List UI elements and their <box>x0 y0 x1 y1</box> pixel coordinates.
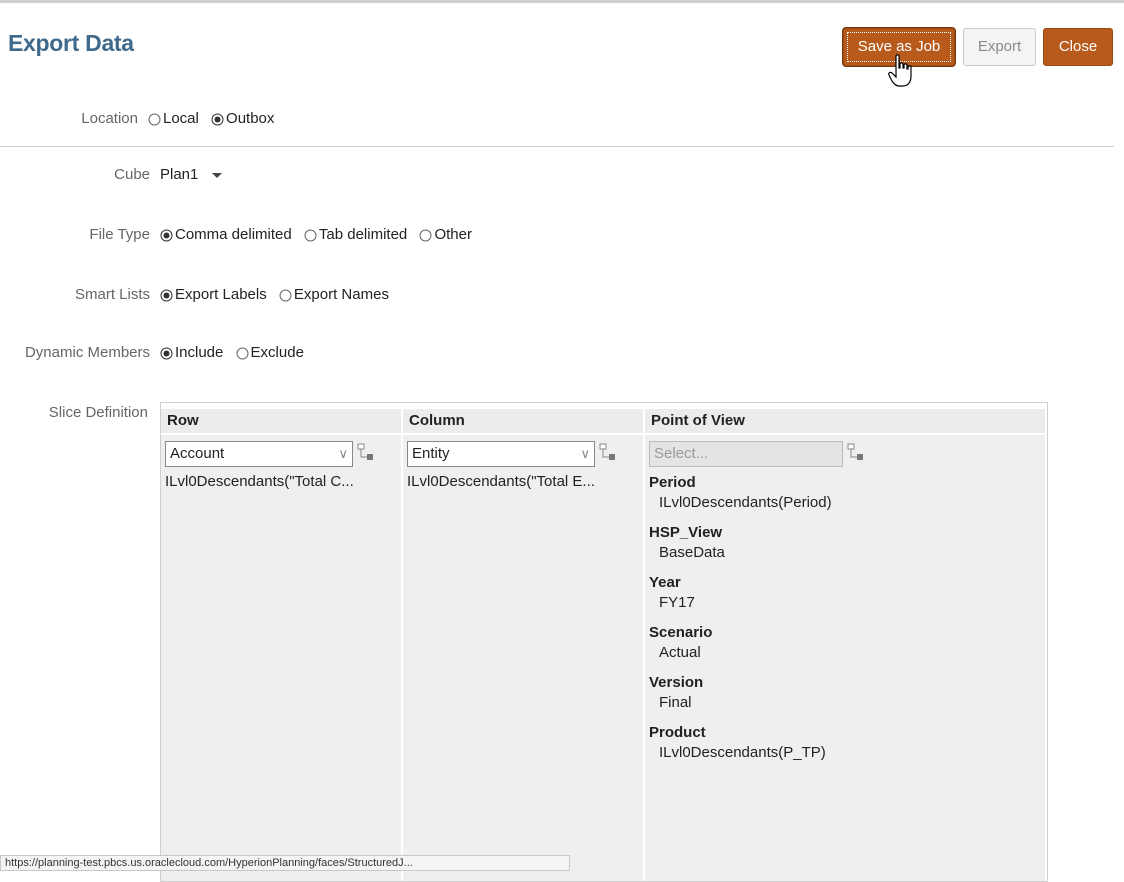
column-dimension-select[interactable]: Entity ∨ <box>407 441 595 467</box>
file-type-other-radio[interactable]: Other <box>419 224 472 246</box>
pov-item[interactable]: Scenario Actual <box>649 623 832 663</box>
row-body: Account ∨ ILvl0Descendants("Total C... <box>161 435 401 881</box>
browser-status-bar: https://planning-test.pbcs.us.oracleclou… <box>0 855 570 871</box>
file-type-tab-label: Tab delimited <box>318 226 408 243</box>
row-dimension-select[interactable]: Account ∨ <box>165 441 353 467</box>
chevron-down-icon: ∨ <box>580 446 590 461</box>
member-selector-icon[interactable] <box>847 443 865 463</box>
pov-body: Select... Period ILvl0Descendants(Period… <box>645 435 1045 881</box>
pov-item[interactable]: Version Final <box>649 673 832 713</box>
column-member-expression: ILvl0Descendants("Total E... <box>407 473 595 490</box>
pov-member-value: BaseData <box>659 544 725 561</box>
smart-lists-labels-radio[interactable]: Export Labels <box>160 284 267 306</box>
slice-definition-label: Slice Definition <box>48 404 148 421</box>
pov-header: Point of View <box>645 409 1045 433</box>
pov-column: Point of View Select... Period ILvl0Desc… <box>645 403 1045 881</box>
close-button[interactable]: Close <box>1043 28 1113 66</box>
radio-checked-icon <box>160 229 173 241</box>
file-type-comma-label: Comma delimited <box>175 226 292 243</box>
pov-item[interactable]: HSP_View BaseData <box>649 523 832 563</box>
dynamic-members-label: Dynamic Members <box>24 344 150 361</box>
pov-member-value: Final <box>659 694 692 711</box>
pov-dimension-name: Version <box>649 674 704 691</box>
smart-lists-names-radio[interactable]: Export Names <box>279 284 389 306</box>
row-dimension-value: Account <box>170 445 225 462</box>
pov-member-value: ILvl0Descendants(P_TP) <box>659 744 826 761</box>
dynamic-members-row: Dynamic Members Include Exclude <box>0 342 1124 364</box>
column-dimension-value: Entity <box>412 445 450 462</box>
radio-checked-icon <box>160 289 173 301</box>
file-type-tab-radio[interactable]: Tab delimited <box>304 224 407 246</box>
radio-checked-icon <box>211 113 224 125</box>
pov-member-value: FY17 <box>659 594 695 611</box>
chevron-down-icon: ∨ <box>338 446 348 461</box>
row-column: Row Account ∨ ILvl0Descendants("Total C.… <box>161 403 401 881</box>
radio-unchecked-icon <box>304 229 317 241</box>
location-outbox-label: Outbox <box>226 110 275 127</box>
column-header: Column <box>403 409 643 433</box>
location-local-label: Local <box>163 110 199 127</box>
file-type-comma-radio[interactable]: Comma delimited <box>160 224 292 246</box>
section-divider <box>0 146 1114 147</box>
member-selector-icon[interactable] <box>599 443 617 463</box>
cube-dropdown[interactable]: Plan1 <box>160 164 223 186</box>
radio-checked-icon <box>160 347 173 359</box>
file-type-other-label: Other <box>434 226 472 243</box>
pov-dimension-name: Period <box>649 474 696 491</box>
top-border <box>0 0 1124 3</box>
file-type-row: File Type Comma delimited Tab delimited … <box>0 224 1124 246</box>
pov-dimension-select[interactable]: Select... <box>649 441 843 467</box>
pov-item[interactable]: Year FY17 <box>649 573 832 613</box>
pov-member-value: Actual <box>659 644 701 661</box>
pov-dimension-name: Product <box>649 724 706 741</box>
smart-lists-labels-label: Export Labels <box>175 286 267 303</box>
cube-label: Cube <box>114 166 150 183</box>
smart-lists-label: Smart Lists <box>74 286 150 303</box>
file-type-label: File Type <box>89 226 150 243</box>
column-body: Entity ∨ ILvl0Descendants("Total E... <box>403 435 643 881</box>
smart-lists-names-label: Export Names <box>293 286 389 303</box>
pov-dimension-name: Year <box>649 574 681 591</box>
row-header: Row <box>161 409 401 433</box>
column-column: Column Entity ∨ ILvl0Descendants("Total … <box>403 403 643 881</box>
dynamic-members-include-radio[interactable]: Include <box>160 342 223 364</box>
pov-item[interactable]: Product ILvl0Descendants(P_TP) <box>649 723 832 763</box>
radio-unchecked-icon <box>279 289 292 301</box>
pov-dimension-name: HSP_View <box>649 524 723 541</box>
chevron-down-icon <box>211 173 222 179</box>
hand-cursor-icon <box>888 54 912 87</box>
location-outbox-radio[interactable]: Outbox <box>211 108 274 130</box>
pov-member-value: ILvl0Descendants(Period) <box>659 494 832 511</box>
member-selector-icon[interactable] <box>357 443 375 463</box>
pov-select-placeholder: Select... <box>654 445 709 462</box>
location-local-radio[interactable]: Local <box>148 108 199 130</box>
location-label: Location <box>81 110 138 127</box>
export-button[interactable]: Export <box>963 28 1036 66</box>
row-member-expression: ILvl0Descendants("Total C... <box>165 473 354 490</box>
dynamic-members-exclude-label: Exclude <box>250 344 304 361</box>
smart-lists-row: Smart Lists Export Labels Export Names <box>0 284 1124 306</box>
pov-item[interactable]: Period ILvl0Descendants(Period) <box>649 473 832 513</box>
dynamic-members-include-label: Include <box>175 344 224 361</box>
cube-row: Cube Plan1 <box>0 164 1124 186</box>
location-row: Location Local Outbox <box>0 108 1124 130</box>
pov-dimension-name: Scenario <box>649 624 713 641</box>
radio-unchecked-icon <box>419 229 432 241</box>
dynamic-members-exclude-radio[interactable]: Exclude <box>236 342 304 364</box>
radio-unchecked-icon <box>236 347 249 359</box>
cube-value: Plan1 <box>160 166 199 183</box>
slice-definition-panel: Row Account ∨ ILvl0Descendants("Total C.… <box>160 402 1048 882</box>
slice-definition-row: Slice Definition <box>0 402 160 424</box>
page-title: Export Data <box>8 30 134 56</box>
radio-unchecked-icon <box>148 113 161 125</box>
pov-member-list: Period ILvl0Descendants(Period) HSP_View… <box>649 473 832 773</box>
